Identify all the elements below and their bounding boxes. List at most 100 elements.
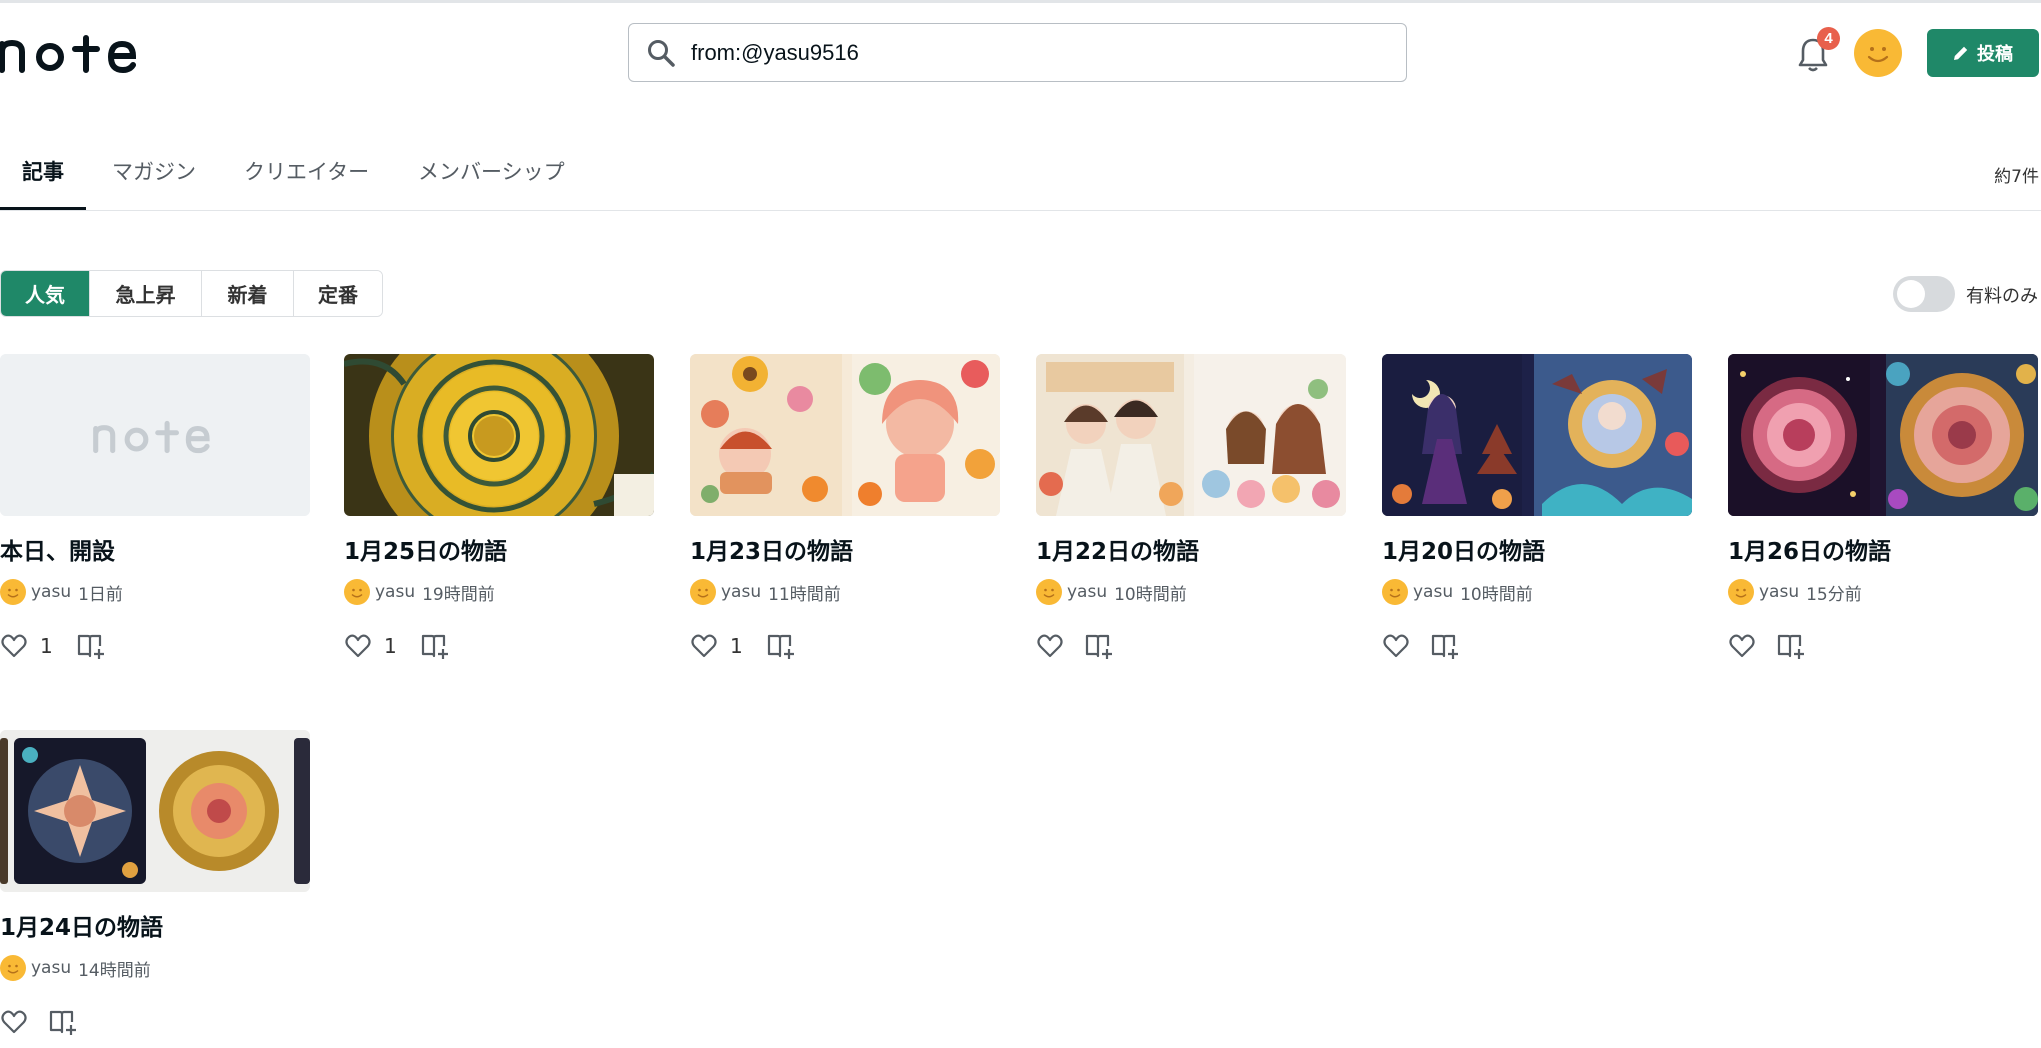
post-button-label: 投稿 bbox=[1977, 44, 2013, 65]
heart-icon[interactable] bbox=[344, 632, 372, 660]
kimono-couple-image bbox=[1036, 354, 1346, 516]
article-meta: yasu 19時間前 bbox=[344, 578, 495, 606]
author-name[interactable]: yasu bbox=[1067, 582, 1107, 602]
article-meta: yasu 14時間前 bbox=[0, 954, 151, 982]
heart-icon[interactable] bbox=[690, 632, 718, 660]
heart-icon[interactable] bbox=[1036, 632, 1064, 660]
author-name[interactable]: yasu bbox=[721, 582, 761, 602]
filter-trending[interactable]: 急上昇 bbox=[90, 271, 202, 316]
article-actions bbox=[1382, 630, 1460, 662]
paid-only-toggle[interactable] bbox=[1893, 276, 1955, 312]
add-to-magazine-icon[interactable] bbox=[420, 631, 450, 661]
article-actions bbox=[0, 1006, 78, 1038]
note-logo[interactable] bbox=[0, 22, 150, 82]
yellow-rose-image bbox=[344, 354, 654, 516]
add-to-magazine-icon[interactable] bbox=[48, 1007, 78, 1037]
tab-memberships[interactable]: メンバーシップ bbox=[418, 140, 565, 209]
filter-popular[interactable]: 人気 bbox=[1, 271, 90, 316]
search-tabs: 記事 マガジン クリエイター メンバーシップ bbox=[0, 140, 2041, 211]
author-avatar[interactable] bbox=[0, 579, 26, 605]
article-thumbnail[interactable] bbox=[690, 354, 1000, 516]
add-to-magazine-icon[interactable] bbox=[766, 631, 796, 661]
like-count: 1 bbox=[40, 634, 53, 658]
author-avatar[interactable] bbox=[1728, 579, 1754, 605]
article-card[interactable]: 1月24日の物語 yasu 14時間前 bbox=[0, 730, 310, 1035]
article-card[interactable]: 1月25日の物語 yasu 19時間前 1 bbox=[344, 354, 654, 659]
article-title[interactable]: 1月20日の物語 bbox=[1382, 532, 1545, 566]
result-count: 約7件 bbox=[1994, 167, 2039, 187]
filter-standard[interactable]: 定番 bbox=[294, 271, 382, 316]
golden-mandalas-image bbox=[0, 730, 310, 892]
heart-icon[interactable] bbox=[1382, 632, 1410, 660]
article-thumbnail[interactable] bbox=[344, 354, 654, 516]
add-to-magazine-icon[interactable] bbox=[1430, 631, 1460, 661]
add-to-magazine-icon[interactable] bbox=[1776, 631, 1806, 661]
paid-only-label: 有料のみ bbox=[1966, 286, 2038, 307]
like-count: 1 bbox=[730, 634, 743, 658]
post-time: 10時間前 bbox=[1460, 584, 1533, 605]
add-to-magazine-icon[interactable] bbox=[1084, 631, 1114, 661]
tab-articles[interactable]: 記事 bbox=[0, 140, 86, 210]
like-count: 1 bbox=[384, 634, 397, 658]
author-name[interactable]: yasu bbox=[375, 582, 415, 602]
author-avatar[interactable] bbox=[0, 955, 26, 981]
article-meta: yasu 1日前 bbox=[0, 578, 123, 606]
article-title[interactable]: 1月23日の物語 bbox=[690, 532, 853, 566]
notification-badge: 4 bbox=[1817, 27, 1840, 50]
article-actions bbox=[1036, 630, 1114, 662]
author-name[interactable]: yasu bbox=[1413, 582, 1453, 602]
author-name[interactable]: yasu bbox=[31, 582, 71, 602]
article-actions bbox=[1728, 630, 1806, 662]
filter-new[interactable]: 新着 bbox=[202, 271, 294, 316]
flower-girls-image bbox=[690, 354, 1000, 516]
article-title[interactable]: 本日、開設 bbox=[0, 532, 115, 566]
night-pagoda-image bbox=[1382, 354, 1692, 516]
top-border bbox=[0, 0, 2041, 3]
search-box[interactable] bbox=[628, 23, 1407, 82]
article-card[interactable]: 1月26日の物語 yasu 15分前 bbox=[1728, 354, 2038, 659]
heart-icon[interactable] bbox=[0, 1008, 28, 1036]
author-name[interactable]: yasu bbox=[31, 958, 71, 978]
mandala-flowers-image bbox=[1728, 354, 2038, 516]
article-thumbnail[interactable] bbox=[0, 354, 310, 516]
article-card[interactable]: 1月20日の物語 yasu 10時間前 bbox=[1382, 354, 1692, 659]
tab-creators[interactable]: クリエイター bbox=[244, 140, 369, 209]
article-card[interactable]: 本日、開設 yasu 1日前 1 bbox=[0, 354, 310, 659]
heart-icon[interactable] bbox=[0, 632, 28, 660]
article-actions: 1 bbox=[0, 630, 106, 662]
pencil-icon bbox=[1954, 46, 1968, 60]
sort-filter-group: 人気 急上昇 新着 定番 bbox=[0, 270, 383, 317]
article-title[interactable]: 1月25日の物語 bbox=[344, 532, 507, 566]
post-button[interactable]: 投稿 bbox=[1927, 29, 2039, 77]
article-actions: 1 bbox=[344, 630, 450, 662]
post-time: 19時間前 bbox=[422, 584, 495, 605]
post-time: 14時間前 bbox=[78, 960, 151, 981]
article-title[interactable]: 1月24日の物語 bbox=[0, 908, 163, 942]
search-input[interactable] bbox=[689, 32, 1393, 74]
post-time: 11時間前 bbox=[768, 584, 841, 605]
search-icon bbox=[648, 40, 675, 67]
article-actions: 1 bbox=[690, 630, 796, 662]
article-title[interactable]: 1月26日の物語 bbox=[1728, 532, 1891, 566]
author-avatar[interactable] bbox=[344, 579, 370, 605]
article-thumbnail[interactable] bbox=[1036, 354, 1346, 516]
author-avatar[interactable] bbox=[1036, 579, 1062, 605]
post-time: 15分前 bbox=[1806, 584, 1862, 605]
article-card[interactable]: 1月22日の物語 yasu 10時間前 bbox=[1036, 354, 1346, 659]
heart-icon[interactable] bbox=[1728, 632, 1756, 660]
add-to-magazine-icon[interactable] bbox=[76, 631, 106, 661]
tab-magazines[interactable]: マガジン bbox=[112, 140, 196, 209]
article-title[interactable]: 1月22日の物語 bbox=[1036, 532, 1199, 566]
article-thumbnail[interactable] bbox=[1382, 354, 1692, 516]
post-time: 1日前 bbox=[78, 584, 123, 605]
article-thumbnail[interactable] bbox=[1728, 354, 2038, 516]
author-avatar[interactable] bbox=[690, 579, 716, 605]
article-meta: yasu 15分前 bbox=[1728, 578, 1862, 606]
article-meta: yasu 10時間前 bbox=[1036, 578, 1187, 606]
author-avatar[interactable] bbox=[1382, 579, 1408, 605]
article-thumbnail[interactable] bbox=[0, 730, 310, 892]
article-card[interactable]: 1月23日の物語 yasu 11時間前 1 bbox=[690, 354, 1000, 659]
user-avatar[interactable] bbox=[1853, 28, 1903, 78]
article-meta: yasu 10時間前 bbox=[1382, 578, 1533, 606]
author-name[interactable]: yasu bbox=[1759, 582, 1799, 602]
